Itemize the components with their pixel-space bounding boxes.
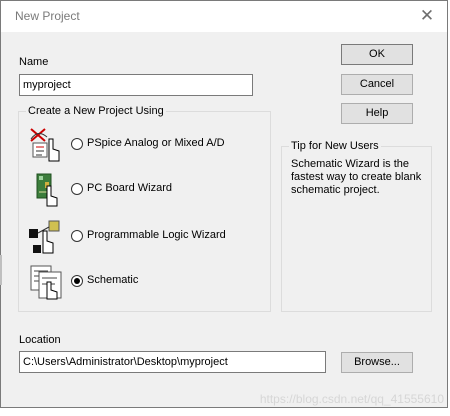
pc-board-icon: [36, 173, 58, 207]
option-pspice[interactable]: PSpice Analog or Mixed A/D: [27, 127, 267, 163]
option-programmable-logic[interactable]: Programmable Logic Wizard: [27, 219, 267, 255]
programmable-logic-radio[interactable]: [71, 230, 83, 242]
schematic-icon: [30, 265, 62, 300]
help-button[interactable]: Help: [341, 103, 413, 124]
close-icon[interactable]: ✕: [415, 5, 439, 27]
cancel-button[interactable]: Cancel: [341, 74, 413, 95]
schematic-label: Schematic: [87, 274, 139, 286]
browse-button[interactable]: Browse...: [341, 352, 413, 373]
background-window-edge: [0, 255, 2, 285]
pspice-label: PSpice Analog or Mixed A/D: [87, 137, 225, 149]
tip-title: Tip for New Users: [289, 140, 381, 152]
schematic-radio[interactable]: [71, 275, 83, 287]
create-project-group-title: Create a New Project Using: [26, 105, 166, 117]
pspice-icon: [30, 128, 60, 162]
name-label: Name: [19, 56, 49, 68]
title-bar: New Project ✕: [1, 1, 447, 32]
watermark: https://blog.csdn.net/qq_41555610: [259, 392, 444, 406]
programmable-logic-icon: [29, 220, 60, 254]
pspice-radio[interactable]: [71, 138, 83, 150]
name-field[interactable]: myproject: [19, 74, 253, 96]
pc-board-radio[interactable]: [71, 183, 83, 195]
pc-board-label: PC Board Wizard: [87, 182, 172, 194]
location-field[interactable]: C:\Users\Administrator\Desktop\myproject: [19, 351, 326, 373]
ok-button[interactable]: OK: [341, 44, 413, 65]
option-schematic[interactable]: Schematic: [27, 264, 267, 300]
location-label: Location: [19, 334, 61, 346]
programmable-logic-label: Programmable Logic Wizard: [87, 229, 226, 241]
new-project-dialog: New Project ✕ Name myproject OK Cancel H…: [0, 0, 448, 408]
option-pc-board[interactable]: PC Board Wizard: [27, 172, 267, 208]
tip-text: Schematic Wizard is the fastest way to c…: [291, 158, 422, 196]
window-title: New Project: [15, 9, 80, 23]
